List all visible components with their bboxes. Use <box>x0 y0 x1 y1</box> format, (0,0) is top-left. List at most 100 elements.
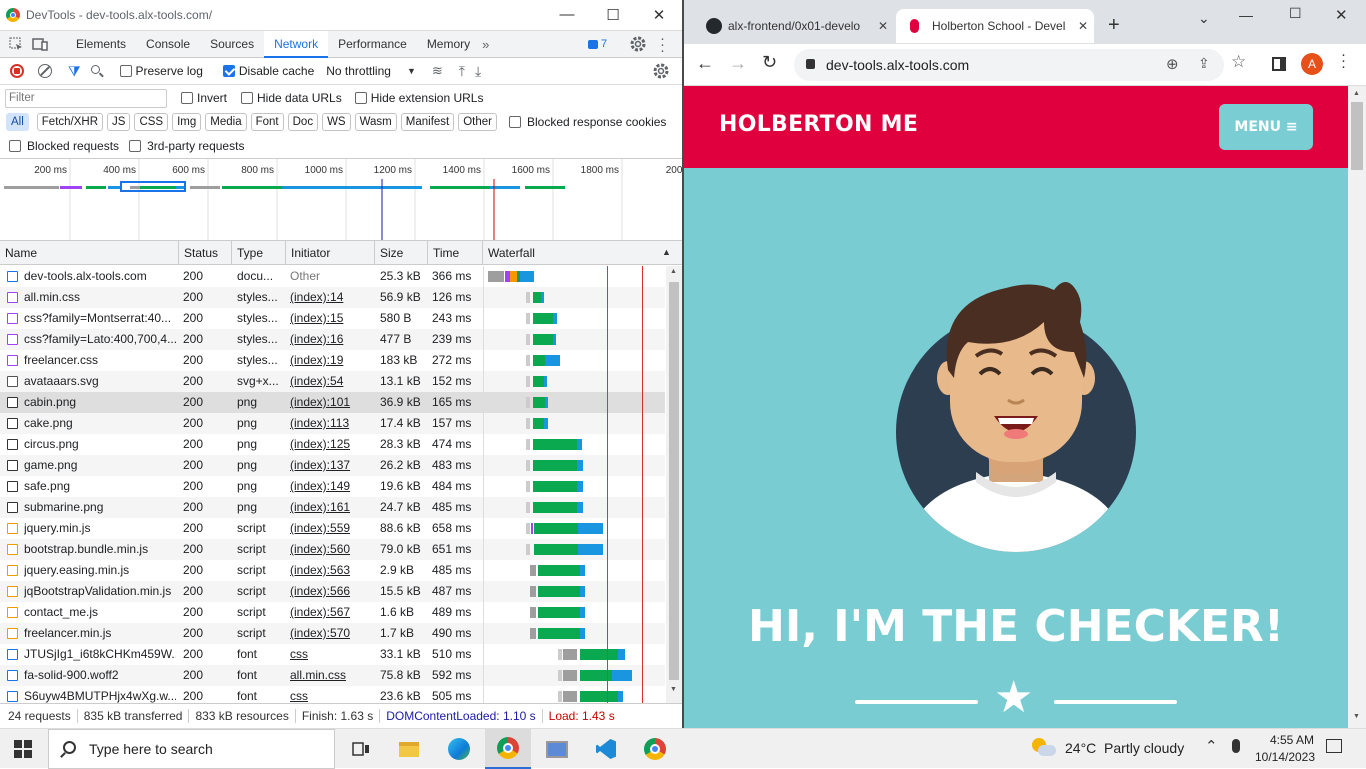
browser-tab-github[interactable]: alx-frontend/0x01-develo ✕ <box>692 9 894 43</box>
col-initiator[interactable]: Initiator <box>286 241 375 265</box>
type-chip-all[interactable]: All <box>6 113 29 131</box>
tab-elements[interactable]: Elements <box>66 31 136 58</box>
microphone-icon[interactable] <box>1232 739 1240 753</box>
sort-up-icon[interactable]: ▲ <box>662 247 671 257</box>
request-initiator[interactable]: all.min.css <box>290 665 372 686</box>
back-arrow-icon[interactable]: ← <box>696 53 714 74</box>
table-row[interactable]: circus.png 200 png (index):125 28.3 kB 474 ms <box>0 434 665 455</box>
request-name[interactable]: css?family=Montserrat:40... <box>24 308 176 329</box>
request-initiator[interactable]: (index):101 <box>290 392 372 413</box>
table-row[interactable]: freelancer.css 200 styles... (index):19 183 … <box>0 350 665 371</box>
filter-input[interactable]: Filter <box>5 88 167 108</box>
disable-cache-checkbox[interactable] <box>222 65 235 77</box>
omnibox[interactable]: dev-tools.alx-tools.com ⊕ ⇪ <box>794 49 1224 81</box>
table-row[interactable]: all.min.css 200 styles... (index):14 56.9 kB… <box>0 287 665 308</box>
request-initiator[interactable]: css <box>290 644 372 665</box>
third-party-checkbox[interactable] <box>129 140 142 152</box>
blocked-requests-checkbox[interactable] <box>9 140 21 152</box>
site-brand[interactable]: HOLBERTON ME <box>719 112 918 137</box>
request-name[interactable]: avataaars.svg <box>24 371 176 392</box>
type-chip-font[interactable]: Font <box>250 113 284 131</box>
table-row[interactable]: bootstrap.bundle.min.js 200 script (index):… <box>0 539 665 560</box>
request-name[interactable]: jqBootstrapValidation.min.js <box>24 581 176 602</box>
kebab-menu-icon[interactable]: · · · <box>660 31 666 58</box>
tab-close-icon[interactable]: ✕ <box>1078 9 1088 43</box>
table-row[interactable]: cake.png 200 png (index):113 17.4 kB 157 ms <box>0 413 665 434</box>
browser-scrollbar[interactable]: ▲ ▼ <box>1348 86 1366 728</box>
profile-avatar[interactable]: A <box>1301 53 1323 75</box>
taskbar-search-box[interactable]: Type here to search <box>48 729 335 769</box>
type-chip-wasm[interactable]: Wasm <box>354 113 397 131</box>
weather-icon[interactable] <box>1032 738 1056 758</box>
search-icon[interactable] <box>90 65 104 78</box>
chevron-down-icon[interactable]: ▼ <box>407 66 416 76</box>
table-scrollbar[interactable]: ▲ ▼ <box>666 266 682 703</box>
forward-arrow-icon[interactable]: → <box>729 53 747 74</box>
tab-sources[interactable]: Sources <box>200 31 264 58</box>
request-initiator[interactable]: (index):113 <box>290 413 372 434</box>
request-initiator[interactable]: (index):15 <box>290 308 372 329</box>
inspect-element-icon[interactable] <box>4 32 28 56</box>
table-row[interactable]: jqBootstrapValidation.min.js 200 script (in… <box>0 581 665 602</box>
share-icon[interactable]: ⇪ <box>1198 55 1210 72</box>
browser-maximize-button[interactable]: ☐ <box>1289 5 1302 22</box>
export-har-icon[interactable]: ⤓ <box>475 63 481 80</box>
blocked-response-cookies-checkbox[interactable] <box>509 116 521 128</box>
request-name[interactable]: jquery.min.js <box>24 518 176 539</box>
request-name[interactable]: freelancer.css <box>24 350 176 371</box>
type-chip-js[interactable]: JS <box>107 113 131 131</box>
new-tab-plus-icon[interactable]: + <box>1108 14 1120 37</box>
type-chip-manifest[interactable]: Manifest <box>400 113 455 131</box>
request-name[interactable]: freelancer.min.js <box>24 623 176 644</box>
scroll-thumb[interactable] <box>669 282 679 680</box>
more-tabs-icon[interactable]: » <box>482 37 489 52</box>
table-row[interactable]: fa-solid-900.woff2 200 font all.min.css 75.8… <box>0 665 665 686</box>
invert-checkbox[interactable] <box>181 92 193 104</box>
table-row[interactable]: css?family=Lato:400,700,4... 200 styles...… <box>0 329 665 350</box>
request-name[interactable]: contact_me.js <box>24 602 176 623</box>
request-initiator[interactable]: (index):149 <box>290 476 372 497</box>
browser-scroll-thumb[interactable] <box>1351 102 1363 170</box>
tab-search-chevron-icon[interactable]: ⌄ <box>1198 10 1210 27</box>
network-conditions-icon[interactable]: ≋ <box>432 63 443 79</box>
browser-tab-holberton[interactable]: Holberton School - Devel ✕ <box>896 9 1094 43</box>
request-initiator[interactable]: (index):563 <box>290 560 372 581</box>
tab-console[interactable]: Console <box>136 31 200 58</box>
filter-funnel-icon[interactable]: ⧩ <box>68 63 81 80</box>
table-row[interactable]: cabin.png 200 png (index):101 36.9 kB 165 ms <box>0 392 665 413</box>
table-row[interactable]: avataaars.svg 200 svg+x... (index):54 13.1 k… <box>0 371 665 392</box>
close-button[interactable]: ✕ <box>636 6 682 24</box>
table-row[interactable]: JTUSjIg1_i6t8kCHKm459W... 200 font css 33.1 … <box>0 644 665 665</box>
vscode-icon[interactable] <box>583 729 629 769</box>
clock-time[interactable]: 4:55 AM <box>1262 733 1322 747</box>
request-initiator[interactable]: (index):137 <box>290 455 372 476</box>
notification-icon[interactable] <box>1326 739 1342 753</box>
table-row[interactable]: jquery.easing.min.js 200 script (index):563… <box>0 560 665 581</box>
request-initiator[interactable]: css <box>290 686 372 703</box>
request-name[interactable]: JTUSjIg1_i6t8kCHKm459W... <box>24 644 176 665</box>
file-explorer-icon[interactable] <box>386 729 432 769</box>
table-row[interactable]: contact_me.js 200 script (index):567 1.6 kB 4… <box>0 602 665 623</box>
table-row[interactable]: dev-tools.alx-tools.com 200 docu... Other 25… <box>0 266 665 287</box>
col-waterfall[interactable]: Waterfall <box>483 241 682 265</box>
request-initiator[interactable]: Other <box>290 266 372 287</box>
tab-network[interactable]: Network <box>264 30 329 58</box>
request-initiator[interactable]: (index):566 <box>290 581 372 602</box>
browser-menu-icon[interactable]: · · · <box>1341 47 1346 74</box>
reload-icon[interactable]: ↻ <box>762 52 777 73</box>
request-initiator[interactable]: (index):19 <box>290 350 372 371</box>
scroll-up-arrow-icon[interactable]: ▲ <box>670 268 677 275</box>
request-name[interactable]: all.min.css <box>24 287 176 308</box>
request-name[interactable]: circus.png <box>24 434 176 455</box>
clock-date[interactable]: 10/14/2023 <box>1250 750 1320 764</box>
zoom-icon[interactable]: ⊕ <box>1166 55 1179 73</box>
weather-text[interactable]: 24°C Partly cloudy <box>1065 740 1184 756</box>
request-initiator[interactable]: (index):570 <box>290 623 372 644</box>
request-name[interactable]: safe.png <box>24 476 176 497</box>
col-size[interactable]: Size <box>375 241 428 265</box>
network-settings-icon[interactable] <box>652 62 670 83</box>
col-status[interactable]: Status <box>179 241 232 265</box>
side-panel-icon[interactable] <box>1272 57 1286 71</box>
import-har-icon[interactable]: ⤒ <box>459 63 465 80</box>
menu-button[interactable]: MENU ≡ <box>1219 104 1313 150</box>
